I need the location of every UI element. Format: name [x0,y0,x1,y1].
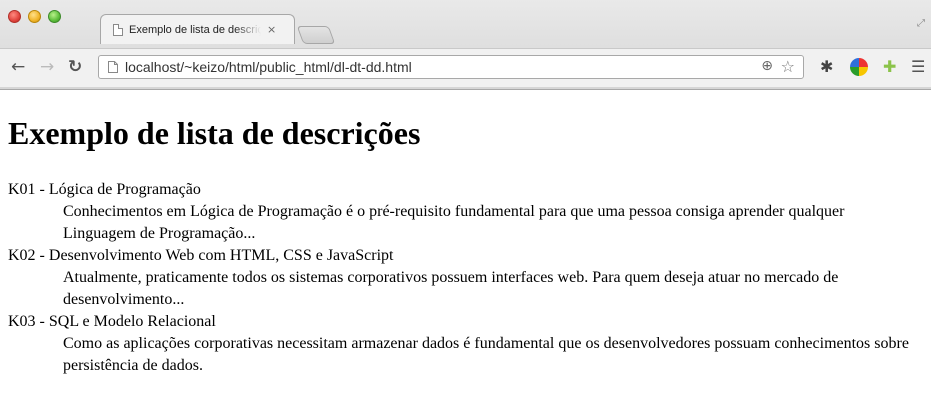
browser-tab[interactable]: Exemplo de lista de descrições × [100,14,295,44]
menu-icon[interactable]: ☰ [911,57,925,77]
page-icon [108,61,118,73]
list-description: Conhecimentos em Lógica de Programação é… [63,203,845,242]
page-heading: Exemplo de lista de descrições [8,115,421,151]
gear-icon[interactable]: ✱ [820,57,833,77]
new-tab-button[interactable] [296,26,336,44]
close-window-button[interactable] [8,10,21,23]
list-description: Atualmente, praticamente todos os sistem… [63,269,839,308]
toolbar: ← → ↻ localhost/~keizo/html/public_html/… [0,48,931,87]
list-term: K02 - Desenvolvimento Web com HTML, CSS … [8,247,394,264]
minimize-window-button[interactable] [28,10,41,23]
forward-arrow-icon[interactable]: → [40,58,54,76]
back-arrow-icon[interactable]: ← [11,58,25,76]
list-description: Como as aplicações corporativas necessit… [63,335,909,374]
tab-close-icon[interactable]: × [267,23,276,36]
url-text[interactable]: localhost/~keizo/html/public_html/dl-dt-… [125,59,412,75]
tab-title: Exemplo de lista de descrições [129,23,261,36]
address-bar[interactable]: localhost/~keizo/html/public_html/dl-dt-… [98,55,804,79]
description-list: K01 - Lógica de Programação Conhecimento… [8,179,918,377]
page-icon [113,23,123,36]
reload-icon[interactable]: ↻ [68,58,82,76]
page-content: Exemplo de lista de descrições K01 - Lóg… [0,91,931,395]
fullscreen-icon[interactable]: ⤢ [917,18,925,29]
browser-chrome: Exemplo de lista de descrições × ⤢ ← → ↻… [0,0,931,90]
list-term: K03 - SQL e Modelo Relacional [8,313,216,330]
list-term: K01 - Lógica de Programação [8,181,201,198]
zoom-icon[interactable]: ⊕ [761,58,773,74]
android-icon[interactable]: ✚ [883,57,896,77]
zoom-window-button[interactable] [48,10,61,23]
color-wheel-icon[interactable] [850,58,868,76]
window-controls [8,10,61,23]
star-icon[interactable]: ☆ [781,57,795,76]
